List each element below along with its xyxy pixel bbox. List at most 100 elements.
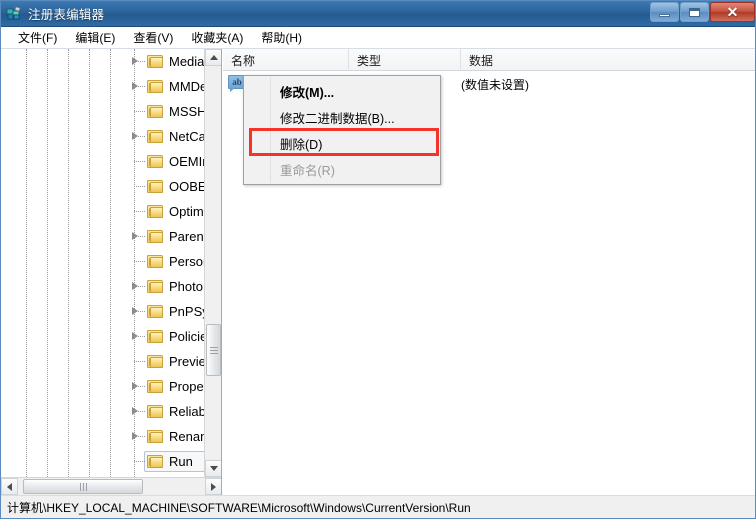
folder-icon <box>147 204 164 219</box>
window-controls: ✕ <box>650 2 755 22</box>
folder-icon <box>147 154 164 169</box>
statusbar: 计算机\HKEY_LOCAL_MACHINE\SOFTWARE\Microsof… <box>1 495 755 518</box>
tree-item-photop[interactable]: PhotoP <box>1 274 205 299</box>
tree-item-label: NetCa <box>169 129 205 144</box>
tree-item-label: OEMIn <box>169 154 205 169</box>
context-menu-item-rename: 重命名(R) <box>280 163 335 178</box>
tree-item-proper[interactable]: Proper <box>1 374 205 399</box>
tree-hscroll-thumb[interactable] <box>23 479 143 494</box>
tree-item-oemin[interactable]: OEMIn <box>1 149 205 174</box>
tree-connector-line <box>134 211 145 212</box>
tree-item-label: Policie <box>169 329 205 344</box>
registry-editor-icon <box>6 6 22 22</box>
scroll-down-button[interactable] <box>205 460 221 477</box>
list-column-headers: 名称 类型 数据 <box>223 49 755 71</box>
context-menu-item-modify[interactable]: 修改(M)... <box>244 78 440 104</box>
tree-item-optima[interactable]: Optima <box>1 199 205 224</box>
minimize-icon <box>659 13 670 17</box>
column-header-name[interactable]: 名称 <box>223 49 349 71</box>
tree-item-label: MSSHA <box>169 104 205 119</box>
chevron-left-icon <box>7 482 12 491</box>
chevron-down-icon <box>209 466 218 471</box>
menu-edit[interactable]: 编辑(E) <box>66 27 124 48</box>
tree-item-label: PnPSys <box>169 304 205 319</box>
folder-icon <box>147 254 164 269</box>
registry-editor-window: 注册表编辑器 ✕ 文件(F) 编辑(E) 查看(V) 收藏夹(A) 帮助(H) <box>0 0 756 519</box>
tree-vscroll-thumb[interactable] <box>206 324 221 376</box>
tree-item-parent[interactable]: Parent <box>1 224 205 249</box>
registry-tree-panel: Media MMDe MSSHA NetCa OEMIn OOBE Optima Parent… <box>1 49 222 495</box>
tree-item-label: Proper <box>169 379 205 394</box>
tree-connector-line <box>134 236 145 237</box>
tree-connector-line <box>134 461 145 462</box>
tree-connector-line <box>134 386 145 387</box>
column-header-type[interactable]: 类型 <box>349 49 461 71</box>
registry-tree[interactable]: Media MMDe MSSHA NetCa OEMIn OOBE Optima Parent… <box>1 49 205 477</box>
tree-item-label: PhotoP <box>169 279 205 294</box>
tree-connector-line <box>134 436 145 437</box>
tree-scroll-area: Media MMDe MSSHA NetCa OEMIn OOBE Optima Parent… <box>1 49 205 477</box>
folder-icon <box>147 304 164 319</box>
tree-vertical-scrollbar[interactable] <box>204 49 221 477</box>
tree-item-media[interactable]: Media <box>1 49 205 74</box>
tree-item-mssha[interactable]: MSSHA <box>1 99 205 124</box>
tree-item-person[interactable]: Person <box>1 249 205 274</box>
tree-item-policie[interactable]: Policie <box>1 324 205 349</box>
chevron-right-icon <box>211 482 216 491</box>
tree-horizontal-scrollbar[interactable] <box>1 477 221 495</box>
folder-icon <box>147 354 164 369</box>
cell-data: (数值未设置) <box>461 77 529 92</box>
folder-icon <box>147 54 164 69</box>
tree-item-label: OOBE <box>169 179 205 194</box>
tree-item-preview[interactable]: Preview <box>1 349 205 374</box>
folder-icon <box>147 229 164 244</box>
folder-icon <box>147 279 164 294</box>
tree-item-label: Preview <box>169 354 205 369</box>
tree-connector-line <box>134 336 145 337</box>
tree-item-reliabi[interactable]: Reliabi <box>1 399 205 424</box>
maximize-button[interactable] <box>680 2 709 22</box>
column-header-data[interactable]: 数据 <box>461 49 755 71</box>
scroll-up-button[interactable] <box>205 49 221 66</box>
tree-item-oobe[interactable]: OOBE <box>1 174 205 199</box>
tree-connector-line <box>134 311 145 312</box>
folder-icon <box>147 429 164 444</box>
close-button[interactable]: ✕ <box>710 2 755 22</box>
context-menu-item-modify-binary[interactable]: 修改二进制数据(B)... <box>244 104 440 130</box>
folder-icon <box>147 179 164 194</box>
tree-item-label: Optima <box>169 204 205 219</box>
tree-connector-line <box>134 111 145 112</box>
tree-item-label: Media <box>169 54 205 69</box>
context-menu-item-delete[interactable]: 删除(D) <box>244 130 440 156</box>
context-menu[interactable]: 修改(M)... 修改二进制数据(B)... 删除(D) 重命名(R) <box>243 75 441 185</box>
menu-file[interactable]: 文件(F) <box>9 27 66 48</box>
menu-favorites[interactable]: 收藏夹(A) <box>182 27 252 48</box>
grip-icon <box>209 346 218 354</box>
folder-icon <box>147 379 164 394</box>
tree-item-label: Renam <box>169 429 205 444</box>
tree-connector-line <box>134 136 145 137</box>
grip-icon <box>79 482 87 491</box>
tree-item-netca[interactable]: NetCa <box>1 124 205 149</box>
chevron-up-icon <box>209 55 218 60</box>
tree-item-mmde[interactable]: MMDe <box>1 74 205 99</box>
scroll-right-button[interactable] <box>205 478 221 495</box>
folder-icon <box>147 454 164 469</box>
tree-item-label: MMDe <box>169 79 205 94</box>
tree-item-pnpsys[interactable]: PnPSys <box>1 299 205 324</box>
folder-icon <box>147 129 164 144</box>
tree-connector-line <box>134 186 145 187</box>
tree-item-run[interactable]: Run <box>1 449 205 474</box>
tree-connector-line <box>134 411 145 412</box>
folder-icon <box>147 104 164 119</box>
scroll-left-button[interactable] <box>1 478 18 495</box>
minimize-button[interactable] <box>650 2 679 22</box>
menu-help[interactable]: 帮助(H) <box>252 27 311 48</box>
tree-connector-line <box>134 86 145 87</box>
tree-connector-line <box>134 286 145 287</box>
tree-item-label: Run <box>169 454 193 469</box>
tree-connector-line <box>134 61 145 62</box>
menu-view[interactable]: 查看(V) <box>124 27 182 48</box>
tree-item-renam[interactable]: Renam <box>1 424 205 449</box>
close-icon: ✕ <box>726 4 739 20</box>
